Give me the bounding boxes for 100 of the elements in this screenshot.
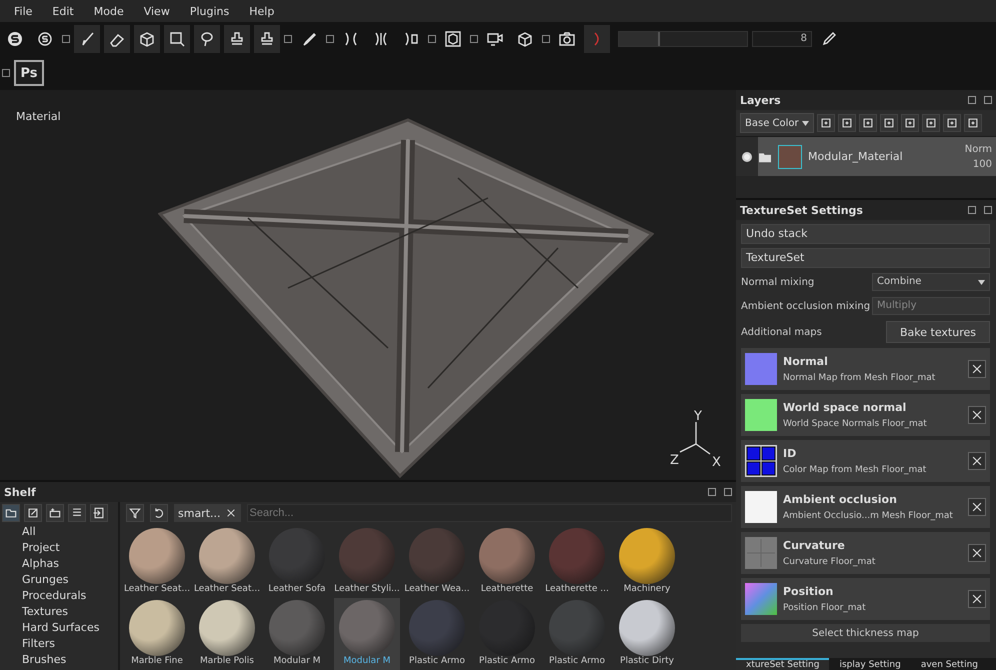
mixing-dropdown[interactable]: Combine: [872, 273, 990, 291]
material-tile[interactable]: Leather Sofa: [264, 526, 330, 598]
menu-item[interactable]: View: [134, 4, 180, 18]
menu-item[interactable]: File: [4, 4, 42, 18]
material-tile[interactable]: Plastic Armo: [474, 598, 540, 670]
bake-textures-button[interactable]: Bake textures: [886, 321, 990, 343]
popout-icon[interactable]: [326, 35, 334, 43]
panel-tab[interactable]: isplay Setting: [829, 658, 911, 670]
layer-tool-button[interactable]: [964, 114, 982, 132]
tool-button[interactable]: [194, 25, 220, 53]
material-tile[interactable]: Marble Polis: [194, 598, 260, 670]
remove-button[interactable]: [968, 498, 986, 516]
menu-item[interactable]: Edit: [42, 4, 84, 18]
list-button[interactable]: [68, 504, 86, 522]
panel-tab[interactable]: xtureSet Setting: [736, 658, 830, 670]
brush-size-field[interactable]: 8: [752, 31, 812, 47]
close-icon[interactable]: [984, 96, 992, 104]
float-icon[interactable]: [968, 96, 976, 104]
map-title: World space normal: [783, 401, 908, 414]
material-tile[interactable]: Leather Seat...: [194, 526, 260, 598]
3d-viewport[interactable]: Material Y Z X: [0, 90, 736, 480]
popout-icon[interactable]: [2, 69, 10, 77]
layer-tool-button[interactable]: [901, 114, 919, 132]
close-icon[interactable]: [724, 488, 732, 496]
tool-button[interactable]: [224, 25, 250, 53]
material-tile[interactable]: Leatherette: [474, 526, 540, 598]
shelf-category[interactable]: Filters: [22, 636, 118, 652]
search-field[interactable]: Search...: [246, 504, 732, 522]
material-tile[interactable]: Leather Styli...: [334, 526, 400, 598]
visibility-toggle[interactable]: [742, 152, 752, 162]
popout-icon[interactable]: [470, 35, 478, 43]
blend-mode[interactable]: Norm: [964, 144, 992, 154]
material-tile[interactable]: Machinery: [614, 526, 680, 598]
material-tile[interactable]: Leatherette ...: [544, 526, 610, 598]
map-thumbnail: [745, 491, 777, 523]
material-tile[interactable]: Modular M: [334, 598, 400, 670]
shelf-category[interactable]: Alphas: [22, 556, 118, 572]
menu-item[interactable]: Help: [239, 4, 284, 18]
tool-button[interactable]: [164, 25, 190, 53]
layer-row[interactable]: Modular_Material Norm 100: [736, 136, 996, 176]
layer-tool-button[interactable]: [880, 114, 898, 132]
caret-icon: [978, 280, 985, 284]
import-button[interactable]: [24, 504, 42, 522]
shelf-category[interactable]: Hard Surfaces: [22, 620, 118, 636]
remove-button[interactable]: [968, 360, 986, 378]
shelf-category[interactable]: Project: [22, 540, 118, 556]
new-folder-button[interactable]: [46, 504, 64, 522]
export-button[interactable]: [90, 504, 108, 522]
close-icon[interactable]: [984, 206, 992, 214]
material-tile[interactable]: Leather Wea...: [404, 526, 470, 598]
layer-tool-button[interactable]: [817, 114, 835, 132]
shelf-category[interactable]: Textures: [22, 604, 118, 620]
popout-icon[interactable]: [428, 35, 436, 43]
filter-button[interactable]: [126, 504, 144, 522]
tool-button[interactable]: [74, 25, 100, 53]
shelf-category[interactable]: All: [22, 524, 118, 540]
layer-opacity[interactable]: 100: [972, 158, 992, 170]
layer-tool-button[interactable]: [943, 114, 961, 132]
tool-button[interactable]: [104, 25, 130, 53]
brush-size-slider[interactable]: [618, 31, 748, 47]
layer-tool-button[interactable]: [859, 114, 877, 132]
photoshop-export-button[interactable]: Ps: [14, 60, 44, 86]
remove-button[interactable]: [968, 590, 986, 608]
float-icon[interactable]: [968, 206, 976, 214]
map-thumbnail: [745, 353, 777, 385]
undo-button[interactable]: [150, 504, 168, 522]
map-subtitle: Ambient Occlusio...m Mesh Floor_mat: [783, 511, 954, 521]
map-thumbnail: [745, 537, 777, 569]
layer-tool-button[interactable]: [922, 114, 940, 132]
cube-icon: [516, 30, 534, 48]
float-icon[interactable]: [708, 488, 716, 496]
channel-dropdown[interactable]: Base Color: [740, 113, 814, 133]
menu-item[interactable]: Mode: [84, 4, 134, 18]
remove-button[interactable]: [968, 544, 986, 562]
remove-button[interactable]: [968, 406, 986, 424]
material-tile[interactable]: Marble Fine: [124, 598, 190, 670]
section-header[interactable]: TextureSet: [741, 248, 990, 268]
map-title: Position: [783, 585, 834, 598]
remove-button[interactable]: [968, 452, 986, 470]
panel-tab[interactable]: aven Setting: [910, 658, 988, 670]
tool-button[interactable]: [134, 25, 160, 53]
shelf-category[interactable]: Grunges: [22, 572, 118, 588]
popout-icon[interactable]: [542, 35, 550, 43]
filter-tag[interactable]: smart...: [174, 504, 241, 522]
material-tile[interactable]: Leather Seat...: [124, 526, 190, 598]
material-tile[interactable]: Plastic Dirty: [614, 598, 680, 670]
material-tile[interactable]: Modular M: [264, 598, 330, 670]
panel-title: Shelf: [4, 486, 36, 498]
popout-icon[interactable]: [62, 35, 70, 43]
material-tile[interactable]: Plastic Armo: [544, 598, 610, 670]
material-tile[interactable]: Plastic Armo: [404, 598, 470, 670]
shelf-category[interactable]: Procedurals: [22, 588, 118, 604]
section-header[interactable]: Undo stack: [741, 224, 990, 244]
layer-tool-button[interactable]: [838, 114, 856, 132]
tool-button[interactable]: [254, 25, 280, 53]
folder-button[interactable]: [2, 504, 20, 522]
popout-icon[interactable]: [284, 35, 292, 43]
select-thickness-button[interactable]: Select thickness map: [741, 624, 990, 642]
shelf-category[interactable]: Brushes: [22, 652, 118, 668]
menu-item[interactable]: Plugins: [180, 4, 240, 18]
